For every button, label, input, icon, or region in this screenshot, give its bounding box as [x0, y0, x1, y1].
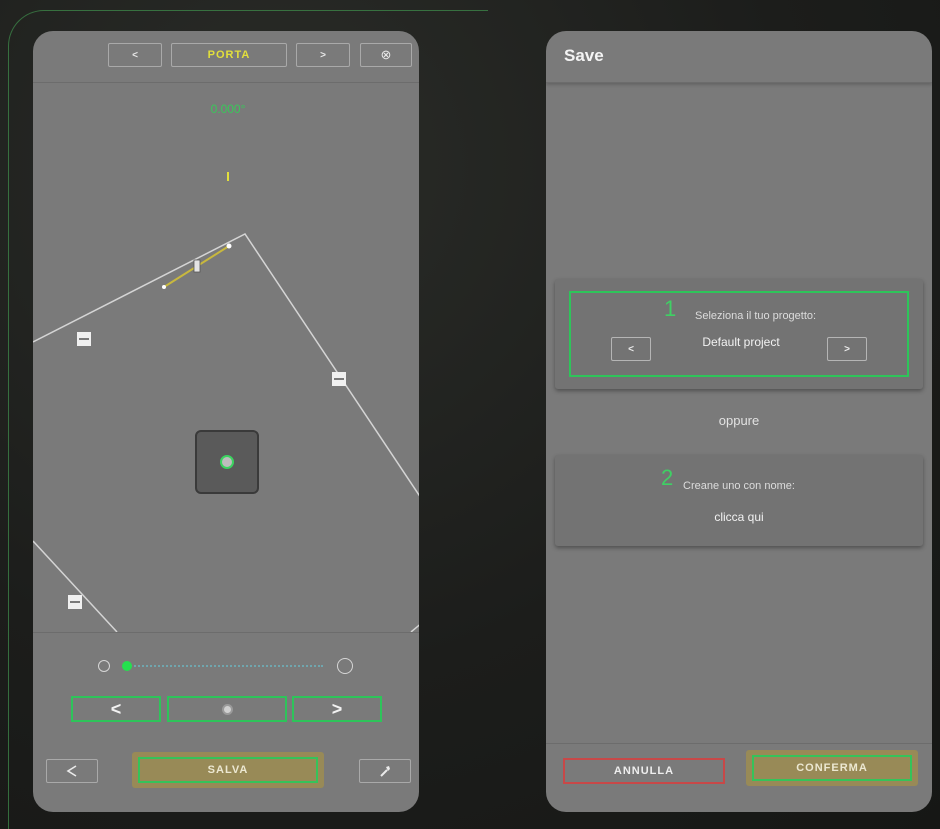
wall-line	[33, 540, 118, 632]
position-slider[interactable]	[95, 657, 357, 675]
segment-endpoint	[162, 285, 166, 289]
close-circle-icon: ⊗	[380, 47, 392, 62]
dimension-label	[332, 372, 346, 386]
slider-thumb[interactable]	[122, 661, 132, 671]
element-type-title[interactable]: PORTA	[171, 43, 287, 67]
forward-button[interactable]: >	[292, 696, 382, 722]
create-project-card[interactable]: 2 Creane uno con nome: clicca qui	[555, 455, 923, 546]
door-marker	[193, 259, 201, 273]
cancel-button[interactable]: ANNULLA	[563, 758, 725, 784]
slider-track[interactable]	[123, 665, 323, 667]
wrench-icon	[380, 766, 390, 777]
page-title: Save	[564, 46, 604, 65]
dimension-label	[77, 332, 91, 346]
share-icon	[66, 765, 77, 777]
project-select-card: 1 Seleziona il tuo progetto: < Default p…	[555, 279, 923, 389]
settings-button[interactable]	[359, 759, 411, 783]
confirm-button-label: CONFERMA	[752, 755, 912, 781]
project-select-label: Seleziona il tuo progetto:	[695, 310, 817, 322]
save-header: Save	[546, 31, 932, 83]
separator-text: oppure	[718, 413, 760, 428]
floorplan-screen: < PORTA > ⊗ 0.000° < > SALVA	[33, 31, 419, 812]
previous-element-button[interactable]: <	[108, 43, 162, 67]
save-button[interactable]: SALVA	[132, 752, 324, 788]
next-element-button[interactable]: >	[296, 43, 350, 67]
confirm-button[interactable]: CONFERMA	[746, 750, 918, 786]
create-project-link[interactable]: clicca qui	[555, 510, 923, 524]
slider-start-icon[interactable]	[98, 660, 110, 672]
dialog-footer: ANNULLA CONFERMA	[546, 743, 932, 812]
save-dialog-screen: Save 1 Seleziona il tuo progetto: < Defa…	[546, 31, 932, 812]
floorplan-canvas[interactable]: 0.000°	[33, 84, 419, 632]
save-button-label: SALVA	[138, 757, 318, 783]
step-number: 1	[664, 296, 677, 321]
floorplan-toolbar: < PORTA > ⊗	[33, 31, 419, 83]
floorplan-controls: < > SALVA	[33, 632, 419, 812]
project-select-box: 1 Seleziona il tuo progetto: < Default p…	[569, 291, 909, 377]
close-button[interactable]: ⊗	[360, 43, 412, 67]
wall-line	[410, 624, 419, 632]
back-button[interactable]: <	[71, 696, 161, 722]
center-dot-icon	[221, 703, 233, 715]
next-project-button[interactable]: >	[827, 337, 867, 361]
dimension-label	[68, 595, 82, 609]
center-rotation-control[interactable]	[195, 430, 259, 494]
rotation-target-icon	[220, 455, 234, 469]
center-button[interactable]	[167, 696, 287, 722]
navigation-row: < >	[71, 696, 383, 722]
floorplan-drawing	[33, 172, 419, 632]
step-number: 2	[661, 465, 674, 490]
share-button[interactable]	[46, 759, 98, 783]
segment-endpoint	[226, 243, 232, 249]
rotate-icon[interactable]	[337, 658, 353, 674]
create-project-label: Creane uno con nome:	[683, 480, 795, 492]
